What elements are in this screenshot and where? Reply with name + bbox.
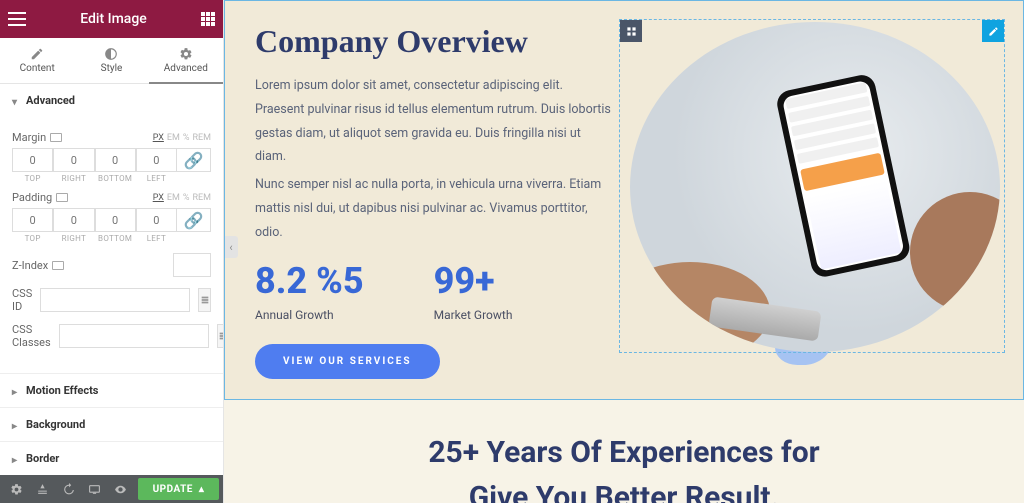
padding-bottom-input[interactable] — [95, 208, 136, 232]
padding-top-input[interactable] — [12, 208, 53, 232]
tab-advanced[interactable]: Advanced — [149, 38, 223, 84]
accordion-background[interactable]: Background — [0, 408, 223, 441]
pencil-icon — [30, 47, 44, 61]
section-overview[interactable]: Company Overview Lorem ipsum dolor sit a… — [224, 0, 1024, 400]
responsive-icon[interactable] — [82, 478, 106, 500]
margin-label: Margin — [12, 131, 62, 144]
sidebar-tabs: Content Style Advanced — [0, 38, 223, 84]
sidebar-header: Edit Image — [0, 0, 223, 38]
overview-paragraph-1: Lorem ipsum dolor sit amet, consectetur … — [255, 74, 615, 169]
widgets-icon[interactable] — [201, 12, 215, 26]
cssclasses-input[interactable] — [59, 324, 209, 348]
menu-icon[interactable] — [8, 12, 26, 26]
widget-edit-icon[interactable] — [982, 20, 1004, 42]
cssid-input[interactable] — [40, 288, 190, 312]
accordion-motion-effects[interactable]: Motion Effects — [0, 374, 223, 407]
padding-units[interactable]: PXEM%REM — [153, 193, 211, 203]
update-button[interactable]: UPDATE ▴ — [138, 478, 219, 500]
margin-top-input[interactable] — [12, 148, 53, 172]
padding-right-input[interactable] — [53, 208, 94, 232]
history-icon[interactable] — [56, 478, 80, 500]
accordion-advanced[interactable]: Advanced — [0, 84, 223, 117]
stat-1-label: Annual Growth — [255, 308, 364, 322]
accordion-advanced-label: Advanced — [26, 94, 75, 107]
editor-sidebar: Edit Image Content Style Advanced Advanc… — [0, 0, 224, 503]
widget-handle-icon[interactable] — [620, 20, 642, 42]
sidebar-title: Edit Image — [26, 11, 201, 27]
gear-icon — [179, 47, 193, 61]
stat-2-value: 99+ — [434, 260, 513, 302]
stat-2-label: Market Growth — [434, 308, 513, 322]
tab-style-label: Style — [101, 63, 123, 74]
controls-panel: Advanced Margin PXEM%REM TOP RIGHT BOTTO… — [0, 84, 223, 475]
margin-left-input[interactable] — [136, 148, 177, 172]
zindex-label: Z-Index — [12, 259, 165, 272]
cssclasses-label: CSS Classes — [12, 323, 51, 349]
navigator-icon[interactable] — [30, 478, 54, 500]
stat-annual-growth: 8.2 %5 Annual Growth — [255, 260, 364, 322]
margin-bottom-input[interactable] — [95, 148, 136, 172]
padding-inputs: TOP RIGHT BOTTOM LEFT 🔗 — [12, 208, 211, 243]
tab-advanced-label: Advanced — [164, 63, 208, 74]
stat-1-value: 8.2 %5 — [255, 260, 364, 302]
padding-link-icon[interactable]: 🔗 — [177, 208, 211, 232]
margin-inputs: TOP RIGHT BOTTOM LEFT 🔗 — [12, 148, 211, 183]
accordion-border[interactable]: Border — [0, 442, 223, 475]
margin-right-input[interactable] — [53, 148, 94, 172]
overview-paragraph-2: Nunc semper nisl ac nulla porta, in vehi… — [255, 173, 615, 244]
preview-icon[interactable] — [108, 478, 132, 500]
sidebar-footer: UPDATE ▴ — [0, 475, 223, 503]
margin-link-icon[interactable]: 🔗 — [177, 148, 211, 172]
view-services-button[interactable]: VIEW OUR SERVICES — [255, 344, 440, 379]
padding-label: Padding — [12, 191, 68, 204]
stat-market-growth: 99+ Market Growth — [434, 260, 513, 322]
cssid-dynamic-icon[interactable] — [198, 288, 211, 312]
cssid-label: CSS ID — [12, 287, 32, 313]
settings-icon[interactable] — [4, 478, 28, 500]
device-icon[interactable] — [56, 193, 68, 202]
cssclasses-dynamic-icon[interactable] — [217, 324, 223, 348]
tab-content[interactable]: Content — [0, 38, 74, 84]
tab-content-label: Content — [20, 63, 55, 74]
tab-style[interactable]: Style — [74, 38, 148, 84]
section-experience[interactable]: 25+ Years Of Experiences forGive You Bet… — [224, 400, 1024, 503]
preview-canvas[interactable]: ‹ Company Overview Lorem ipsum dolor sit… — [224, 0, 1024, 503]
zindex-input[interactable] — [173, 253, 211, 277]
image-widget-selected[interactable] — [619, 19, 1005, 353]
style-icon — [104, 47, 118, 61]
device-icon[interactable] — [50, 133, 62, 142]
hero-image — [630, 22, 1000, 352]
device-icon[interactable] — [52, 261, 64, 270]
margin-units[interactable]: PXEM%REM — [153, 133, 211, 143]
experience-heading: 25+ Years Of Experiences forGive You Bet… — [254, 430, 994, 503]
padding-left-input[interactable] — [136, 208, 177, 232]
